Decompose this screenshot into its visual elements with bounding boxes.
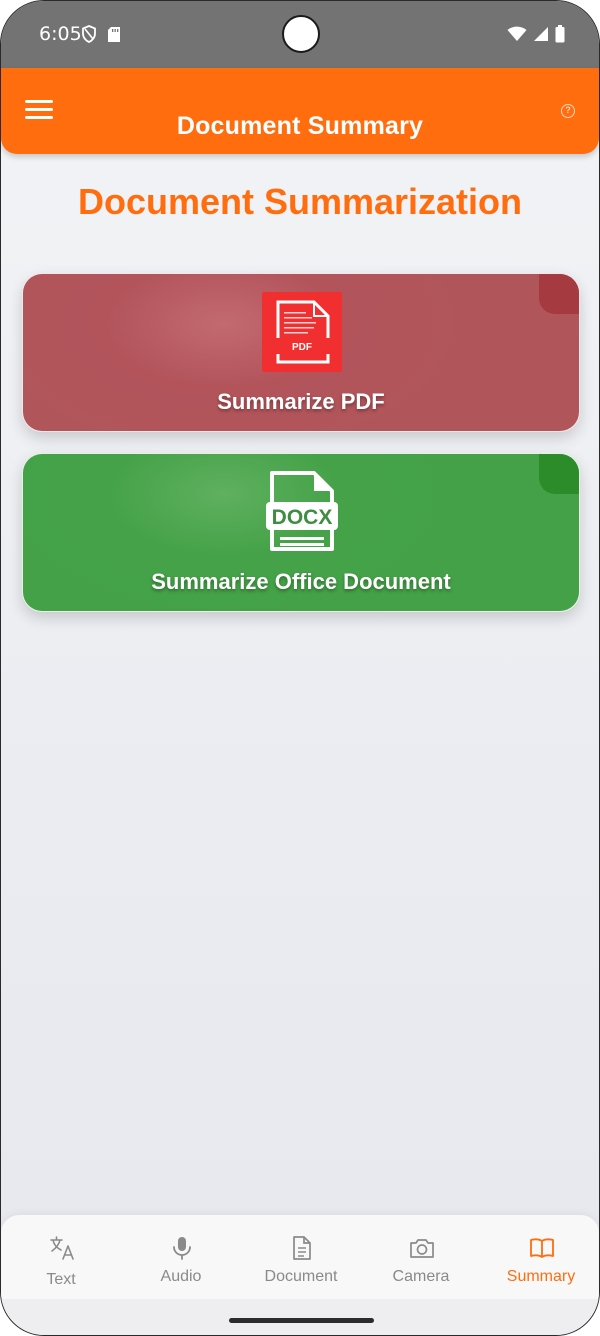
nav-label-audio: Audio [160, 1268, 202, 1285]
front-camera-cutout [282, 15, 320, 53]
nav-item-summary[interactable]: Summary [481, 1215, 599, 1299]
battery-icon [555, 25, 565, 43]
status-bar: 6:05 [1, 1, 599, 68]
pdf-icon: PDF [262, 292, 342, 372]
status-left-icons [81, 25, 121, 43]
document-icon [293, 1236, 311, 1260]
bottom-navigation: Text Audio Document Camera Summary [1, 1215, 599, 1305]
summarize-pdf-label: Summarize PDF [217, 389, 385, 414]
card-corner-accent [539, 454, 579, 494]
help-circle-icon[interactable]: ? [561, 104, 575, 118]
nav-label-camera: Camera [392, 1268, 450, 1285]
microphone-icon [173, 1237, 191, 1260]
nav-item-document[interactable]: Document [241, 1215, 361, 1299]
summarize-pdf-card[interactable]: PDF Summarize PDF [22, 273, 580, 432]
sd-card-icon [108, 26, 120, 42]
nav-item-camera[interactable]: Camera [361, 1215, 481, 1299]
nav-item-text[interactable]: Text [1, 1215, 121, 1299]
card-corner-accent [539, 274, 579, 314]
docx-icon-text: DOCX [272, 506, 333, 529]
camera-icon [410, 1239, 434, 1258]
open-book-icon [530, 1238, 554, 1258]
nav-item-audio[interactable]: Audio [121, 1215, 241, 1299]
page-heading: Document Summarization [77, 181, 523, 222]
app-title: Document Summary [176, 112, 424, 140]
phone-screen: 6:05 Document Summary ? Document Summari… [0, 0, 600, 1336]
status-right-icons [507, 25, 565, 43]
translate-icon [50, 1236, 74, 1260]
nav-label-summary: Summary [506, 1268, 576, 1285]
home-indicator[interactable] [229, 1318, 374, 1323]
wifi-icon [507, 26, 527, 41]
signal-icon [534, 27, 548, 41]
app-bar: Document Summary ? [1, 68, 599, 154]
nav-label-text: Text [46, 1271, 76, 1288]
summarize-office-document-card[interactable]: DOCX Summarize Office Document [22, 453, 580, 612]
nav-label-document: Document [264, 1268, 338, 1285]
docx-icon: DOCX [266, 471, 338, 551]
pdf-icon-text: PDF [292, 342, 312, 353]
shield-icon [82, 25, 96, 43]
summarize-office-document-label: Summarize Office Document [151, 569, 451, 594]
status-time: 6:05 [39, 23, 82, 45]
